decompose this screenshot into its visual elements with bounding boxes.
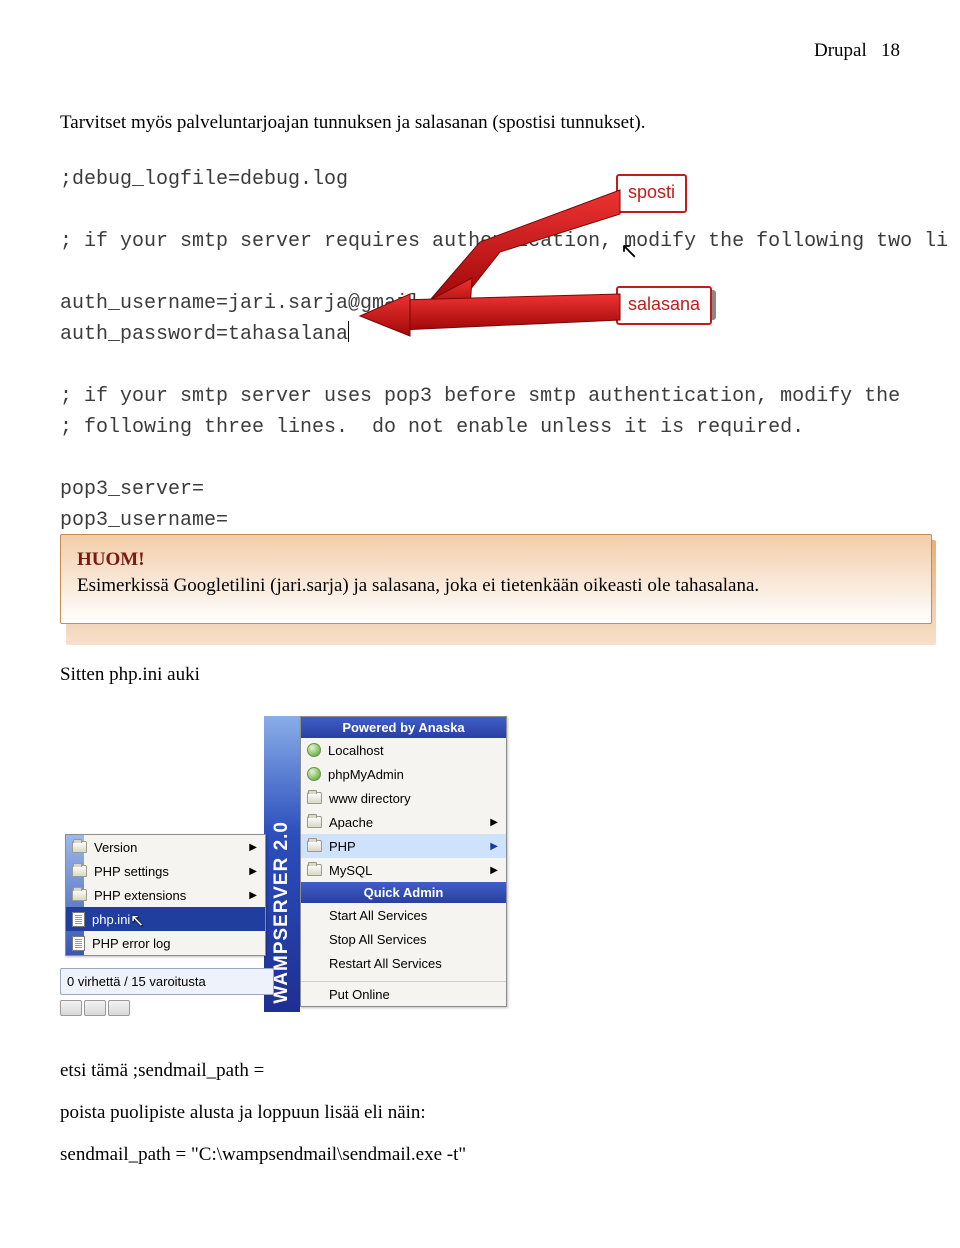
page-header: Drupal 18 bbox=[60, 40, 900, 62]
menu-item-start-all[interactable]: Start All Services bbox=[301, 903, 506, 927]
wamp-band-label: WAMPSERVER 2.0 bbox=[271, 821, 293, 1004]
status-bar: 0 virhettä / 15 varoitusta bbox=[60, 968, 274, 995]
notice-message: Esimerkissä Googletilini (jari.sarja) ja… bbox=[77, 575, 915, 597]
folder-icon bbox=[307, 792, 322, 804]
taskbar-button[interactable] bbox=[60, 1000, 82, 1016]
footer-line-2: poista puolipiste alusta ja loppuun lisä… bbox=[60, 1102, 900, 1124]
arrow-sposti bbox=[400, 182, 630, 302]
menu-label: phpMyAdmin bbox=[328, 767, 404, 782]
mouse-cursor-icon: ↖ bbox=[130, 911, 144, 931]
globe-icon bbox=[307, 767, 321, 781]
folder-icon bbox=[307, 864, 322, 876]
intro-paragraph: Tarvitset myös palveluntarjoajan tunnuks… bbox=[60, 112, 900, 134]
wamp-menu-figure: WAMPSERVER 2.0 Powered by Anaska Localho… bbox=[230, 716, 675, 1020]
notice-title: HUOM! bbox=[77, 549, 915, 571]
menu-item-restart-all[interactable]: Restart All Services bbox=[301, 951, 506, 975]
chevron-right-icon: ▶ bbox=[490, 841, 498, 852]
submenu-item-version[interactable]: Version ▶ bbox=[66, 835, 265, 859]
submenu-item-php-extensions[interactable]: PHP extensions ▶ bbox=[66, 883, 265, 907]
menu-item-www-directory[interactable]: www directory bbox=[301, 786, 506, 810]
menu-label: www directory bbox=[329, 791, 411, 806]
menu-item-put-online[interactable]: Put Online bbox=[301, 981, 506, 1006]
folder-icon bbox=[72, 889, 87, 901]
text-cursor bbox=[348, 321, 349, 342]
menu-item-mysql[interactable]: MySQL ▶ bbox=[301, 858, 506, 882]
menu-label: PHP bbox=[329, 839, 356, 854]
page-number: 18 bbox=[881, 40, 900, 61]
menu-item-stop-all[interactable]: Stop All Services bbox=[301, 927, 506, 951]
code-line: pop3_username= bbox=[60, 505, 900, 536]
code-line: ; if your smtp server uses pop3 before s… bbox=[60, 381, 900, 412]
menu-item-apache[interactable]: Apache ▶ bbox=[301, 810, 506, 834]
callout-salasana: salasana bbox=[616, 286, 712, 325]
menu-label: MySQL bbox=[329, 863, 372, 878]
document-icon bbox=[72, 912, 85, 927]
menu-label: Start All Services bbox=[329, 908, 427, 923]
folder-icon bbox=[307, 816, 322, 828]
php-submenu: Version ▶ PHP settings ▶ PHP extensions … bbox=[65, 834, 266, 956]
menu-label: Restart All Services bbox=[329, 956, 442, 971]
wamp-main-menu: Powered by Anaska Localhost phpMyAdmin w… bbox=[300, 716, 507, 1007]
code-line: ; following three lines. do not enable u… bbox=[60, 412, 900, 443]
menu-item-localhost[interactable]: Localhost bbox=[301, 738, 506, 762]
taskbar-button[interactable] bbox=[108, 1000, 130, 1016]
folder-icon bbox=[307, 840, 322, 852]
phpini-paragraph: Sitten php.ini auki bbox=[60, 664, 900, 686]
submenu-item-php-ini[interactable]: php.ini bbox=[66, 907, 265, 931]
menu-label: Localhost bbox=[328, 743, 384, 758]
taskbar-button[interactable] bbox=[84, 1000, 106, 1016]
config-code-figure: ;debug_logfile=debug.log ; if your smtp … bbox=[60, 164, 900, 504]
chevron-right-icon: ▶ bbox=[249, 866, 257, 877]
menu-item-php[interactable]: PHP ▶ bbox=[301, 834, 506, 858]
submenu-label: php.ini bbox=[92, 912, 130, 927]
document-icon bbox=[72, 936, 85, 951]
code-line: pop3_server= bbox=[60, 474, 900, 505]
submenu-label: PHP error log bbox=[92, 936, 171, 951]
menu-label: Stop All Services bbox=[329, 932, 427, 947]
chevron-right-icon: ▶ bbox=[249, 842, 257, 853]
chevron-right-icon: ▶ bbox=[249, 890, 257, 901]
menu-item-phpmyadmin[interactable]: phpMyAdmin bbox=[301, 762, 506, 786]
menu-label: Put Online bbox=[329, 987, 390, 1002]
notice-box: HUOM! Esimerkissä Googletilini (jari.sar… bbox=[60, 534, 900, 624]
chevron-right-icon: ▶ bbox=[490, 865, 498, 876]
status-bar-text: 0 virhettä / 15 varoitusta bbox=[67, 974, 206, 989]
doc-title: Drupal bbox=[814, 40, 867, 61]
mini-taskbar bbox=[60, 1000, 130, 1016]
submenu-item-php-error-log[interactable]: PHP error log bbox=[66, 931, 265, 955]
footer-line-1: etsi tämä ;sendmail_path = bbox=[60, 1060, 900, 1082]
menu-label: Apache bbox=[329, 815, 373, 830]
folder-icon bbox=[72, 865, 87, 877]
menu-header-anaska: Powered by Anaska bbox=[301, 717, 506, 738]
submenu-item-php-settings[interactable]: PHP settings ▶ bbox=[66, 859, 265, 883]
globe-icon bbox=[307, 743, 321, 757]
menu-header-quick-admin: Quick Admin bbox=[301, 882, 506, 903]
submenu-label: PHP settings bbox=[94, 864, 169, 879]
arrow-salasana bbox=[350, 286, 630, 346]
footer-line-3: sendmail_path = "C:\wampsendmail\sendmai… bbox=[60, 1144, 900, 1166]
chevron-right-icon: ▶ bbox=[490, 817, 498, 828]
submenu-label: PHP extensions bbox=[94, 888, 186, 903]
submenu-label: Version bbox=[94, 840, 137, 855]
folder-icon bbox=[72, 841, 87, 853]
